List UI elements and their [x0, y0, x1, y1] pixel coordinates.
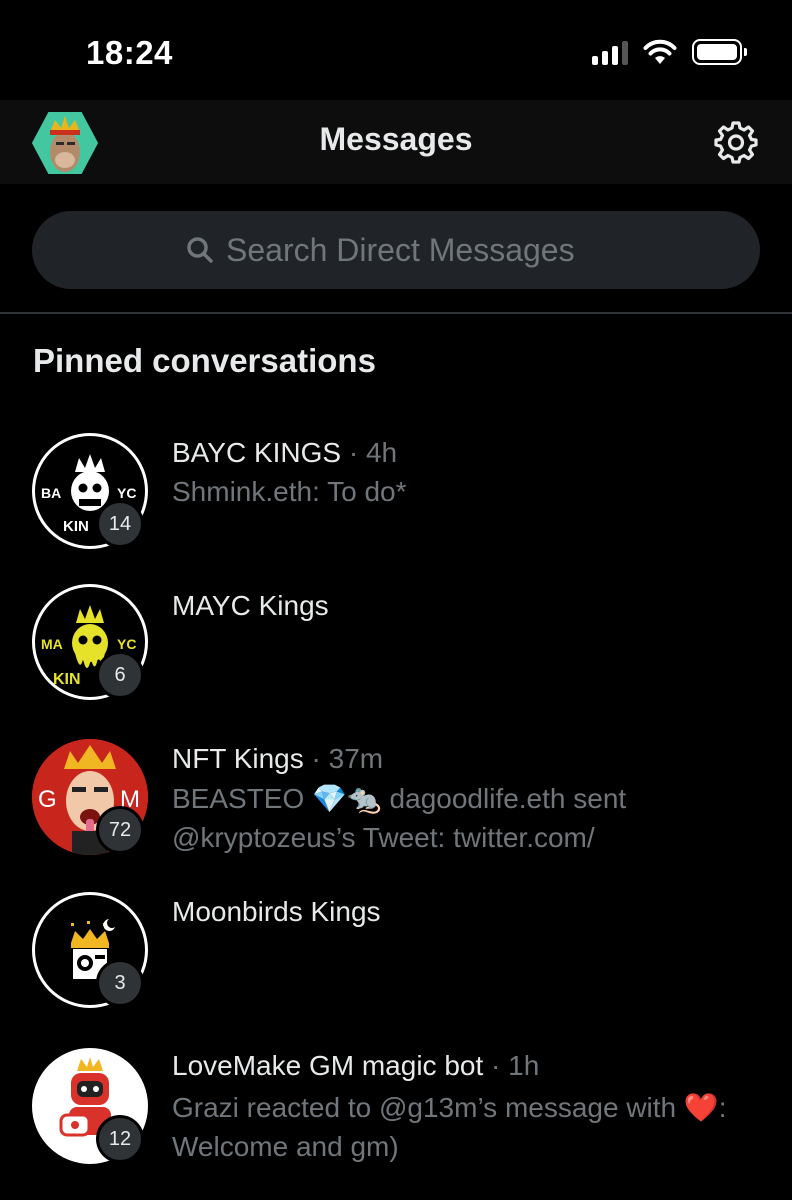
- messages-screen: 18:24 Messages Search Direct Messages Pi…: [0, 0, 792, 1200]
- conversation-preview: Grazi reacted to @g13m’s message with ❤️…: [172, 1088, 782, 1166]
- preview-line: @kryptozeus’s Tweet: twitter.com/: [172, 822, 595, 853]
- preview-colon: :: [718, 1092, 727, 1123]
- page-title: Messages: [319, 121, 473, 157]
- avatar-text-left: BA: [41, 485, 61, 501]
- search-input[interactable]: [226, 231, 606, 269]
- conversation-title: Moonbirds Kings: [172, 896, 381, 928]
- avatar-text-right: YC: [117, 636, 136, 652]
- unread-count-badge: 6: [96, 651, 144, 699]
- conversation-name: MAYC Kings: [172, 590, 329, 621]
- conversation-title: LoveMake GM magic bot · 1h: [172, 1050, 539, 1082]
- avatar-text-right: YC: [117, 485, 136, 501]
- wifi-icon: [643, 39, 677, 64]
- conversation-name: NFT Kings: [172, 743, 304, 774]
- unread-count-badge: 3: [96, 959, 144, 1007]
- conversation-name: Moonbirds Kings: [172, 896, 381, 927]
- conversation-item-bayc-kings[interactable]: BA YC KIN 14 BAYC KINGS · 4h Shmink.eth:…: [0, 425, 792, 575]
- conversation-name: BAYC KINGS: [172, 437, 342, 468]
- avatar-text-left: MA: [41, 636, 63, 652]
- preview-line: Welcome and gm): [172, 1131, 399, 1162]
- preview-text: Grazi reacted to @g13m’s message with: [172, 1092, 677, 1123]
- conversation-item-lovemake-gm-magic-bot[interactable]: 12 LoveMake GM magic bot · 1h Grazi reac…: [0, 1042, 792, 1192]
- conversation-title: NFT Kings · 37m: [172, 743, 383, 775]
- conversation-item-moonbirds-kings[interactable]: 3 Moonbirds Kings: [0, 888, 792, 1038]
- status-bar: 18:24: [0, 0, 792, 100]
- battery-icon: [692, 39, 747, 65]
- conversation-time: · 1h: [491, 1050, 540, 1081]
- search-bar[interactable]: [32, 211, 760, 289]
- gear-icon[interactable]: [714, 120, 758, 164]
- conversation-item-nft-kings[interactable]: G M 72 NFT Kings · 37m BEASTEO 💎🐀 dagood…: [0, 733, 792, 883]
- divider: [0, 312, 792, 314]
- search-icon: [187, 237, 213, 263]
- conversation-title: MAYC Kings: [172, 590, 329, 622]
- avatar-text-left: G: [38, 786, 57, 813]
- cellular-signal-icon: [592, 39, 628, 65]
- heart-emoji: ❤️: [683, 1092, 719, 1123]
- status-icons: [592, 38, 747, 66]
- conversation-time: · 4h: [348, 437, 398, 468]
- unread-count-badge: 12: [96, 1115, 144, 1163]
- avatar-text-bottom: KIN: [63, 518, 89, 535]
- header-bar: Messages: [0, 100, 792, 184]
- pinned-section-title: Pinned conversations: [33, 342, 376, 379]
- conversation-title: BAYC KINGS · 4h: [172, 437, 397, 469]
- unread-count-badge: 14: [96, 500, 144, 548]
- conversation-name: LoveMake GM magic bot: [172, 1050, 484, 1081]
- avatar-text-bottom: KIN: [53, 671, 81, 688]
- conversation-item-mayc-kings[interactable]: MA YC KIN 6 MAYC Kings: [0, 580, 792, 730]
- preview-line: BEASTEO 💎🐀 dagoodlife.eth sent: [172, 783, 627, 814]
- conversation-time: · 37m: [311, 743, 384, 774]
- conversation-preview: Shmink.eth: To do*: [172, 476, 407, 507]
- status-time: 18:24: [86, 34, 173, 71]
- preview-line: Grazi reacted to @g13m’s message with ❤️…: [172, 1088, 782, 1127]
- conversation-preview: BEASTEO 💎🐀 dagoodlife.eth sent @kryptoze…: [172, 779, 772, 857]
- unread-count-badge: 72: [96, 806, 144, 854]
